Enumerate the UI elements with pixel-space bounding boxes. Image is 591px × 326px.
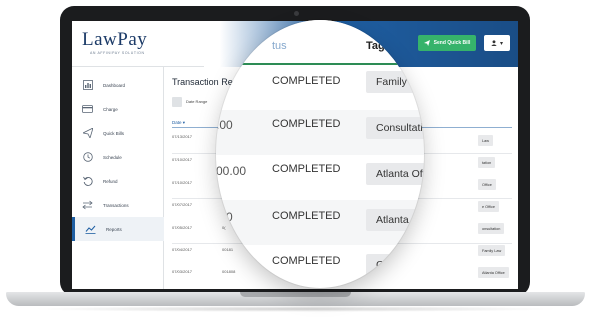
send-quick-bill-label: Send Quick Bill [433,40,471,46]
calendar-icon[interactable] [172,97,182,107]
sidebar-item-refund[interactable]: Refund [72,169,164,193]
logo-subtitle: AN AFFINIPAY SOLUTION [90,51,145,55]
tag-chip: Office [478,179,496,190]
sidebar-item-label: Transactions [103,202,129,208]
tag-chip: Law [478,135,493,146]
sidebar-item-reports[interactable]: Reports [72,217,164,241]
user-menu-button[interactable]: ▾ [484,35,510,51]
clock-icon [82,152,93,163]
row-date: 07/05/2017 [172,225,193,230]
sidebar-nav: Dashboard Charge Quick Bills Schedule Re… [72,67,164,289]
sidebar-item-dashboard[interactable]: Dashboard [72,73,164,97]
tag-chip: onsultation [478,223,505,234]
webcam [294,11,299,16]
sidebar-item-label: Reports [106,226,122,232]
date-range-label[interactable]: Date Range [186,99,207,104]
laptop-shadow [30,306,561,312]
paper-plane-icon [82,128,93,139]
card-icon [82,104,93,115]
row-date: 07/10/2017 [172,157,193,162]
tag-chip: Family Law [478,245,506,256]
sidebar-item-quick-bills[interactable]: Quick Bills [72,121,164,145]
tag-chip: tation [478,157,496,168]
sidebar-item-schedule[interactable]: Schedule [72,145,164,169]
paper-plane-icon [423,40,430,46]
row-date: 07/10/2017 [172,180,193,185]
sidebar-item-transactions[interactable]: Transactions [72,193,164,217]
sidebar-item-label: Quick Bills [103,130,125,136]
sidebar-item-label: Dashboard [103,82,126,88]
row-date: 07/04/2017 [172,247,193,252]
send-quick-bill-button[interactable]: Send Quick Bill [418,35,476,51]
lawpay-logo[interactable]: LawPay [82,29,147,51]
date-column-header[interactable]: Date ▾ [172,120,185,126]
arrows-icon [82,200,93,211]
sidebar-item-label: Refund [103,178,118,184]
dashboard-icon [82,80,93,91]
lens-rim [216,20,424,288]
magnifier-lens: tus Tags COMPLETED Family Law .00 COMPLE… [216,20,424,288]
tag-chip: e Office [478,201,500,212]
refund-icon [82,176,93,187]
row-date: 07/13/2017 [172,134,193,139]
sidebar-item-label: Schedule [103,154,122,160]
chart-icon [85,224,96,235]
sidebar-item-charge[interactable]: Charge [72,97,164,121]
sidebar-item-label: Charge [103,106,118,112]
laptop-base-notch [240,292,351,297]
tag-chip: Atlanta Office [478,267,509,278]
chevron-down-icon: ▾ [499,40,503,47]
row-date: 07/07/2017 [172,202,193,207]
user-icon [491,40,497,46]
row-date: 07/03/2017 [172,269,193,274]
